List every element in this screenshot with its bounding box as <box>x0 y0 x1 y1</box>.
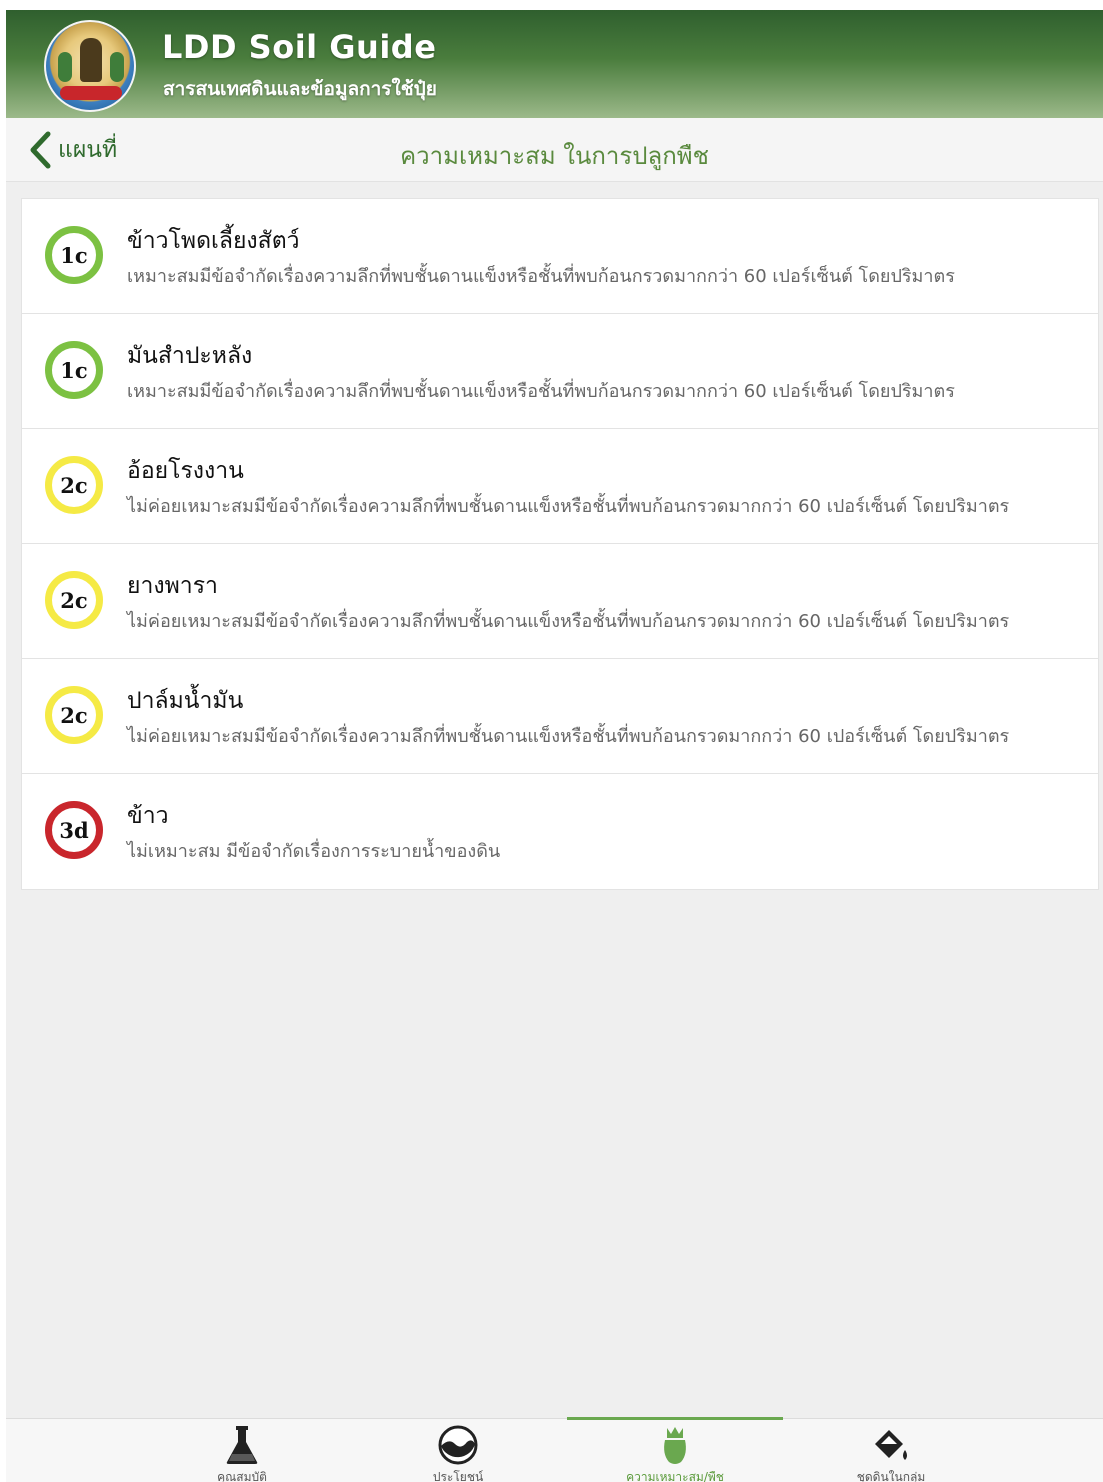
crop-suitability-list: 1c ข้าวโพดเลี้ยงสัตว์ เหมาะสมมีข้อจำกัดเ… <box>21 198 1099 890</box>
ldd-logo <box>44 20 136 112</box>
logo-tree-left <box>58 52 72 82</box>
suitability-badge: 2c <box>45 686 103 744</box>
list-item[interactable]: 1c มันสำปะหลัง เหมาะสมมีข้อจำกัดเรื่องคว… <box>22 314 1098 429</box>
logo-tree-right <box>110 52 124 82</box>
paint-bucket-icon <box>869 1424 913 1466</box>
crop-description: ไม่ค่อยเหมาะสมมีข้อจำกัดเรื่องความลึกที่… <box>127 726 1010 747</box>
tab-label: ความเหมาะสม/พืช <box>626 1470 724 1482</box>
suitability-badge: 3d <box>45 801 103 859</box>
list-item[interactable]: 1c ข้าวโพดเลี้ยงสัตว์ เหมาะสมมีข้อจำกัดเ… <box>22 199 1098 314</box>
crop-description: เหมาะสมมีข้อจำกัดเรื่องความลึกที่พบชั้นด… <box>127 266 955 287</box>
crop-description: ไม่ค่อยเหมาะสมมีข้อจำกัดเรื่องความลึกที่… <box>127 496 1010 517</box>
tab-properties[interactable]: คุณสมบัติ <box>134 1419 350 1482</box>
soil-bowl-icon <box>436 1424 480 1466</box>
bottom-tab-bar: คุณสมบัติ ประโยชน์ ความเหมาะสม/พืช ชุดดิ… <box>6 1417 1103 1482</box>
crop-name: ยางพารา <box>127 573 218 599</box>
suitability-code: 2c <box>60 702 88 728</box>
suitability-badge: 2c <box>45 456 103 514</box>
app-title: LDD Soil Guide <box>162 28 437 66</box>
crop-description: เหมาะสมมีข้อจำกัดเรื่องความลึกที่พบชั้นด… <box>127 381 955 402</box>
list-item[interactable]: 2c ปาล์มน้ำมัน ไม่ค่อยเหมาะสมมีข้อจำกัดเ… <box>22 659 1098 774</box>
crop-name: อ้อยโรงงาน <box>127 458 244 484</box>
tab-benefits[interactable]: ประโยชน์ <box>350 1419 566 1482</box>
list-item[interactable]: 2c อ้อยโรงงาน ไม่ค่อยเหมาะสมมีข้อจำกัดเร… <box>22 429 1098 544</box>
plant-icon <box>653 1424 697 1466</box>
crop-name: มันสำปะหลัง <box>127 343 253 369</box>
navigation-bar: แผนที่ ความเหมาะสม ในการปลูกพืช <box>6 118 1103 182</box>
list-item[interactable]: 2c ยางพารา ไม่ค่อยเหมาะสมมีข้อจำกัดเรื่อ… <box>22 544 1098 659</box>
crop-name: ข้าวโพดเลี้ยงสัตว์ <box>127 228 300 254</box>
app-subtitle: สารสนเทศดินและข้อมูลการใช้ปุ๋ย <box>163 78 437 100</box>
tab-crop-suitability[interactable]: ความเหมาะสม/พืช <box>567 1419 783 1482</box>
logo-figure <box>80 38 102 82</box>
tab-label: คุณสมบัติ <box>217 1470 267 1482</box>
suitability-badge: 2c <box>45 571 103 629</box>
logo-ribbon <box>60 86 122 100</box>
list-item[interactable]: 3d ข้าว ไม่เหมาะสม มีข้อจำกัดเรื่องการระ… <box>22 774 1098 889</box>
app-screen: LDD Soil Guide สารสนเทศดินและข้อมูลการใช… <box>6 10 1103 1482</box>
suitability-code: 1c <box>60 242 88 268</box>
tab-label: ชุดดินในกลุ่ม <box>856 1470 926 1482</box>
tab-label: ประโยชน์ <box>432 1470 484 1482</box>
suitability-code: 1c <box>60 357 88 383</box>
crop-description: ไม่เหมาะสม มีข้อจำกัดเรื่องการระบายน้ำขอ… <box>127 841 501 862</box>
suitability-code: 2c <box>60 587 88 613</box>
suitability-badge: 1c <box>45 341 103 399</box>
suitability-badge: 1c <box>45 226 103 284</box>
flask-icon <box>220 1424 264 1466</box>
app-header: LDD Soil Guide สารสนเทศดินและข้อมูลการใช… <box>6 10 1103 118</box>
suitability-code: 3d <box>59 817 89 843</box>
crop-name: ข้าว <box>127 803 169 829</box>
crop-description: ไม่ค่อยเหมาะสมมีข้อจำกัดเรื่องความลึกที่… <box>127 611 1010 632</box>
suitability-code: 2c <box>60 472 88 498</box>
crop-name: ปาล์มน้ำมัน <box>127 688 244 714</box>
page-title: ความเหมาะสม ในการปลูกพืช <box>400 142 709 170</box>
tab-soil-series[interactable]: ชุดดินในกลุ่ม <box>783 1419 999 1482</box>
